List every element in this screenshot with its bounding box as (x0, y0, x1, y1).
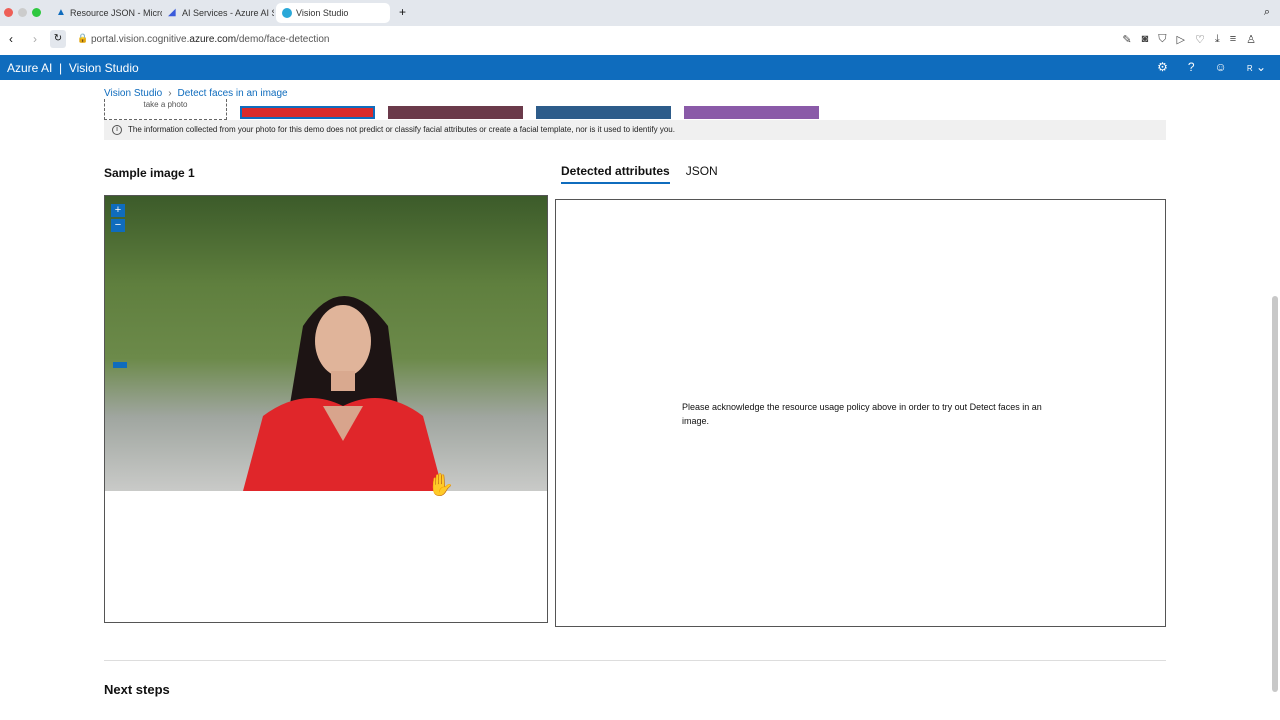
ai-studio-icon: ◢ (168, 7, 176, 18)
forward-button[interactable]: › (33, 32, 37, 46)
tab-detected-attributes[interactable]: Detected attributes (561, 164, 670, 184)
app-name: Vision Studio (68, 61, 139, 75)
account-menu[interactable]: R ⌄ (1247, 60, 1266, 74)
address-bar: ‹ › ↻ 🔒 portal.vision.cognitive.azure.co… (0, 26, 1280, 53)
help-icon[interactable]: ? (1188, 60, 1195, 74)
sample-thumbnail-3[interactable] (536, 106, 671, 119)
zoom-in-button[interactable]: + (111, 204, 125, 217)
settings-icon[interactable]: ⚙ (1157, 60, 1168, 74)
tab-label: Resource JSON - Microsoft Azure (70, 8, 162, 18)
send-icon[interactable]: ▷ (1176, 33, 1184, 46)
shield-icon[interactable]: ⛉ (1158, 33, 1166, 46)
lock-icon: 🔒 (77, 33, 89, 43)
breadcrumb-root[interactable]: Vision Studio (104, 88, 162, 99)
feedback-smiley-icon[interactable]: ☺ (1215, 60, 1227, 74)
breadcrumb-current[interactable]: Detect faces in an image (178, 88, 288, 99)
maximize-window-button[interactable] (32, 8, 41, 17)
chevron-down-icon: ⌄ (1255, 60, 1266, 74)
brand: Azure AI (7, 61, 53, 75)
tab-label: Vision Studio (296, 8, 349, 18)
reload-button[interactable]: ↻ (50, 30, 66, 48)
next-steps-heading: Next steps (104, 682, 170, 697)
heart-icon[interactable]: ♡ (1195, 33, 1205, 46)
url-path: /demo/face-detection (236, 34, 330, 45)
image-viewer[interactable]: + − ✋ (104, 195, 548, 623)
separator: | (59, 61, 63, 75)
page-scrollbar[interactable] (1272, 296, 1278, 692)
result-tabs: Detected attributes JSON (561, 164, 718, 184)
camera-icon[interactable]: ◙ (1142, 33, 1149, 46)
url-prefix: portal.vision.cognitive. (91, 34, 190, 45)
info-icon: i (112, 125, 122, 135)
result-message: Please acknowledge the resource usage po… (682, 402, 1042, 426)
user-initial: R (1246, 64, 1253, 73)
browser-tab-resource-json[interactable]: ▲ Resource JSON - Microsoft Azure (50, 3, 162, 23)
sample-photo: + − (105, 196, 547, 491)
tab-json[interactable]: JSON (686, 164, 718, 184)
browser-tab-ai-services[interactable]: ◢ AI Services - Azure AI Studio (162, 3, 274, 23)
breadcrumb-separator: › (168, 88, 172, 99)
close-window-button[interactable] (4, 8, 13, 17)
sample-thumbnail-1[interactable] (240, 106, 375, 119)
back-button[interactable]: ‹ (9, 32, 13, 46)
profile-icon[interactable]: ♙ (1246, 33, 1256, 46)
sample-image-title: Sample image 1 (104, 166, 195, 180)
hand-cursor-icon: ✋ (427, 472, 455, 497)
edit-icon[interactable]: ✎ (1122, 33, 1131, 46)
person-figure (243, 296, 443, 491)
browser-tab-vision-studio[interactable]: Vision Studio (276, 3, 390, 23)
download-icon[interactable]: ⤓ (1215, 33, 1220, 46)
app-header: Azure AI | Vision Studio ⚙? ☺ R ⌄ (0, 55, 1280, 80)
new-tab-button[interactable]: + (399, 5, 406, 19)
take-photo-label: take a photo (143, 100, 188, 109)
url-domain: azure.com (189, 34, 237, 45)
zoom-out-button[interactable]: − (111, 219, 125, 232)
zoom-slider-handle[interactable] (113, 362, 127, 368)
vision-icon (282, 8, 292, 18)
info-notice: i The information collected from your pho… (104, 120, 1166, 140)
take-photo-button[interactable]: take a photo (104, 99, 227, 120)
url-field[interactable]: portal.vision.cognitive.azure.com/demo/f… (91, 34, 329, 45)
tab-label: AI Services - Azure AI Studio (182, 8, 274, 18)
sample-thumbnail-2[interactable] (388, 106, 523, 119)
app-title[interactable]: Azure AI | Vision Studio (7, 61, 139, 75)
search-icon[interactable]: ⌕ (1264, 6, 1270, 19)
detected-attributes-panel: Please acknowledge the resource usage po… (555, 199, 1166, 627)
divider (104, 660, 1166, 661)
menu-icon[interactable]: ≡ (1230, 33, 1236, 46)
sample-thumbnail-4[interactable] (684, 106, 819, 119)
browser-tab-bar: ▲ Resource JSON - Microsoft Azure ◢ AI Ser… (0, 0, 1280, 26)
azure-icon: ▲ (56, 7, 66, 18)
minimize-window-button[interactable] (18, 8, 27, 17)
info-text: The information collected from your phot… (128, 125, 675, 134)
breadcrumb: Vision Studio › Detect faces in an image (104, 88, 294, 99)
